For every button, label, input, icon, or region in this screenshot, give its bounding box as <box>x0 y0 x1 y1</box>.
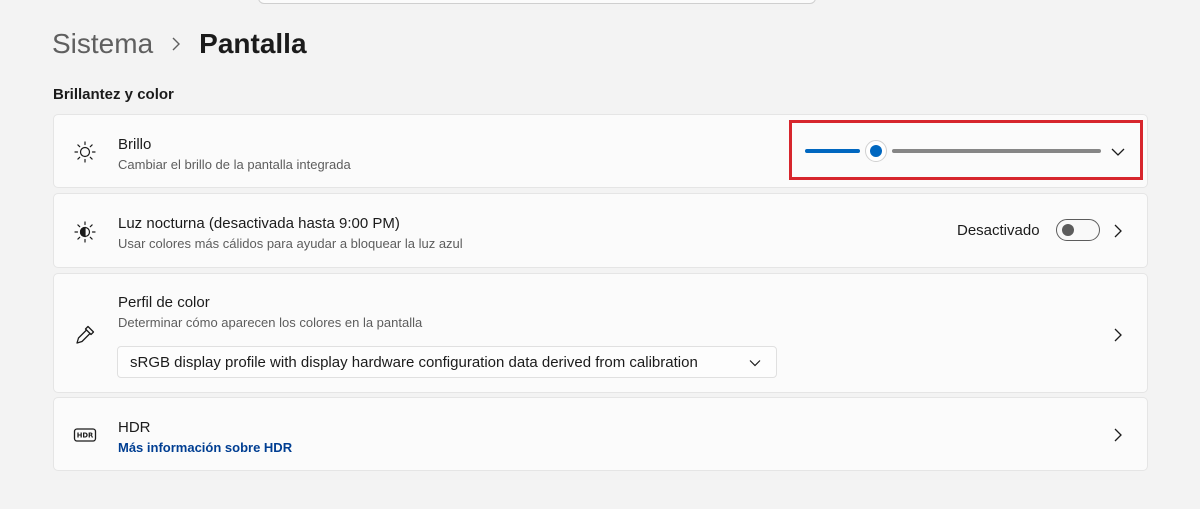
breadcrumb-sistema[interactable]: Sistema <box>52 28 153 60</box>
color-profile-selected-value: sRGB display profile with display hardwa… <box>130 353 698 371</box>
chevron-down-icon <box>748 356 762 370</box>
highlight-box <box>789 120 1143 180</box>
toggle-knob <box>1062 224 1074 236</box>
search-box[interactable] <box>258 0 816 4</box>
page-title: Pantalla <box>199 28 307 59</box>
chevron-right-icon <box>171 37 181 51</box>
color-profile-subtitle: Determinar cómo aparecen los colores en … <box>118 315 423 330</box>
night-light-toggle[interactable] <box>1056 219 1100 241</box>
hdr-card[interactable]: HDR HDR Más información sobre HDR <box>53 397 1148 471</box>
eyedropper-icon <box>72 322 98 348</box>
svg-text:HDR: HDR <box>77 432 94 440</box>
night-light-toggle-label: Desactivado <box>957 222 1040 239</box>
section-title: Brillantez y color <box>53 86 174 103</box>
hdr-icon: HDR <box>72 422 98 448</box>
sun-icon <box>72 139 98 165</box>
night-light-title: Luz nocturna (desactivada hasta 9:00 PM) <box>118 215 400 232</box>
night-light-icon <box>72 219 98 245</box>
hdr-info-link[interactable]: Más información sobre HDR <box>118 440 292 455</box>
color-profile-select[interactable]: sRGB display profile with display hardwa… <box>117 346 777 378</box>
chevron-right-icon[interactable] <box>1111 328 1125 342</box>
brightness-subtitle: Cambiar el brillo de la pantalla integra… <box>118 157 351 172</box>
brightness-title: Brillo <box>118 136 152 153</box>
night-light-subtitle: Usar colores más cálidos para ayudar a b… <box>118 236 463 251</box>
chevron-right-icon[interactable] <box>1111 428 1125 442</box>
color-profile-title: Perfil de color <box>118 294 210 311</box>
chevron-right-icon[interactable] <box>1111 224 1125 238</box>
breadcrumb: Sistema Pantalla <box>52 24 307 64</box>
hdr-title: HDR <box>118 419 151 436</box>
